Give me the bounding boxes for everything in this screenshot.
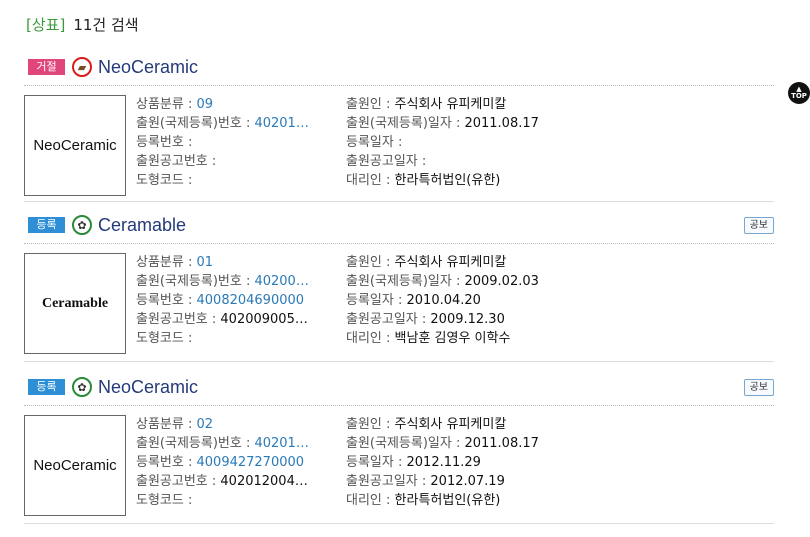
result-header: [상표] 11건 검색 <box>26 13 139 35</box>
pub-number-label: 출원공고번호 : <box>136 154 217 169</box>
reg-date-label: 등록일자 : <box>346 135 403 150</box>
pub-date-label: 출원공고일자 : <box>346 312 431 327</box>
class-label: 상품분류 : <box>136 417 197 432</box>
class-value[interactable]: 09 <box>197 97 214 112</box>
scroll-top-button[interactable]: ▲ TOP <box>788 82 810 104</box>
record-details-left: 상품분류 : 01 출원(국제등록)번호 : 40200… 등록번호 : 400… <box>136 253 334 348</box>
applicant-value: 주식회사 유피케미칼 <box>394 417 507 432</box>
pub-date-value: 2012.07.19 <box>430 474 505 489</box>
app-number-value[interactable]: 40201… <box>254 436 308 451</box>
status-badge: 거절 <box>28 59 65 75</box>
app-number-label: 출원(국제등록)번호 : <box>136 274 255 289</box>
reg-number-value[interactable]: 4008204690000 <box>197 293 305 308</box>
record-details-left: 상품분류 : 02 출원(국제등록)번호 : 40201… 등록번호 : 400… <box>136 415 334 510</box>
reg-date-label: 등록일자 : <box>346 293 407 308</box>
divider <box>24 201 774 202</box>
trademark-image-text: NeoCeramic <box>33 137 117 154</box>
trademark-image[interactable]: Ceramable <box>24 253 126 354</box>
agent-value: 백남훈 김영우 이학수 <box>394 331 511 346</box>
result-count: 11건 검색 <box>73 15 139 34</box>
trademark-title-link[interactable]: Ceramable <box>98 215 186 236</box>
figure-code-label: 도형코드 : <box>136 173 193 188</box>
divider <box>24 523 774 524</box>
category-tag: [상표] <box>26 15 66 34</box>
applicant-value: 주식회사 유피케미칼 <box>394 255 507 270</box>
trademark-image-text: Ceramable <box>41 295 109 311</box>
trademark-record: 등록 ✿ Ceramable 공보 Ceramable 상품분류 : 01 출원… <box>24 213 774 362</box>
status-badge: 등록 <box>28 379 65 395</box>
app-date-label: 출원(국제등록)일자 : <box>346 274 465 289</box>
applicant-value: 주식회사 유피케미칼 <box>394 97 507 112</box>
agent-value: 한라특허법인(유한) <box>394 173 501 188</box>
gazette-button[interactable]: 공보 <box>743 217 774 234</box>
reg-date-value: 2012.11.29 <box>406 455 481 470</box>
reg-date-label: 등록일자 : <box>346 455 407 470</box>
reg-number-value[interactable]: 4009427270000 <box>197 455 305 470</box>
app-date-value: 2011.08.17 <box>464 116 539 131</box>
trademark-title-link[interactable]: NeoCeramic <box>98 377 198 398</box>
agent-label: 대리인 : <box>346 493 395 508</box>
gazette-button[interactable]: 공보 <box>743 379 774 396</box>
pub-date-label: 출원공고일자 : <box>346 154 427 169</box>
class-label: 상품분류 : <box>136 97 197 112</box>
record-details-right: 출원인 : 주식회사 유피케미칼 출원(국제등록)일자 : 2009.02.03… <box>346 253 766 348</box>
pub-number-value: 402012004… <box>220 474 308 489</box>
app-number-value[interactable]: 40200… <box>254 274 308 289</box>
record-details-left: 상품분류 : 09 출원(국제등록)번호 : 40201… 등록번호 : 출원공… <box>136 95 334 190</box>
applicant-label: 출원인 : <box>346 255 395 270</box>
agent-label: 대리인 : <box>346 173 395 188</box>
app-number-label: 출원(국제등록)번호 : <box>136 436 255 451</box>
status-badge: 등록 <box>28 217 65 233</box>
app-date-value: 2011.08.17 <box>464 436 539 451</box>
divider <box>24 243 774 244</box>
trademark-title-link[interactable]: NeoCeramic <box>98 57 198 78</box>
pub-number-value: 402009005… <box>220 312 308 327</box>
class-label: 상품분류 : <box>136 255 197 270</box>
reg-number-label: 등록번호 : <box>136 135 193 150</box>
reg-number-label: 등록번호 : <box>136 293 197 308</box>
figure-code-label: 도형코드 : <box>136 331 193 346</box>
reg-number-label: 등록번호 : <box>136 455 197 470</box>
app-date-label: 출원(국제등록)일자 : <box>346 116 465 131</box>
rejected-status-icon: ▰ <box>72 57 92 77</box>
trademark-image[interactable]: NeoCeramic <box>24 415 126 516</box>
applicant-label: 출원인 : <box>346 97 395 112</box>
app-date-value: 2009.02.03 <box>464 274 539 289</box>
class-value[interactable]: 02 <box>197 417 214 432</box>
divider <box>24 85 774 86</box>
class-value[interactable]: 01 <box>197 255 214 270</box>
trademark-image-text: NeoCeramic <box>33 457 117 474</box>
app-number-label: 출원(국제등록)번호 : <box>136 116 255 131</box>
applicant-label: 출원인 : <box>346 417 395 432</box>
top-label: TOP <box>791 92 807 100</box>
divider <box>24 361 774 362</box>
trademark-record: 등록 ✿ NeoCeramic 공보 NeoCeramic 상품분류 : 02 … <box>24 375 774 524</box>
pub-date-value: 2009.12.30 <box>430 312 505 327</box>
reg-date-value: 2010.04.20 <box>406 293 481 308</box>
record-details-right: 출원인 : 주식회사 유피케미칼 출원(국제등록)일자 : 2011.08.17… <box>346 95 766 190</box>
agent-label: 대리인 : <box>346 331 395 346</box>
record-details-right: 출원인 : 주식회사 유피케미칼 출원(국제등록)일자 : 2011.08.17… <box>346 415 766 510</box>
divider <box>24 405 774 406</box>
trademark-image[interactable]: NeoCeramic <box>24 95 126 196</box>
agent-value: 한라특허법인(유한) <box>394 493 501 508</box>
registered-status-icon: ✿ <box>72 215 92 235</box>
app-date-label: 출원(국제등록)일자 : <box>346 436 465 451</box>
app-number-value[interactable]: 40201… <box>254 116 308 131</box>
pub-date-label: 출원공고일자 : <box>346 474 431 489</box>
figure-code-label: 도형코드 : <box>136 493 193 508</box>
trademark-record: 거절 ▰ NeoCeramic NeoCeramic 상품분류 : 09 출원(… <box>24 55 774 202</box>
registered-status-icon: ✿ <box>72 377 92 397</box>
pub-number-label: 출원공고번호 : <box>136 312 221 327</box>
pub-number-label: 출원공고번호 : <box>136 474 221 489</box>
